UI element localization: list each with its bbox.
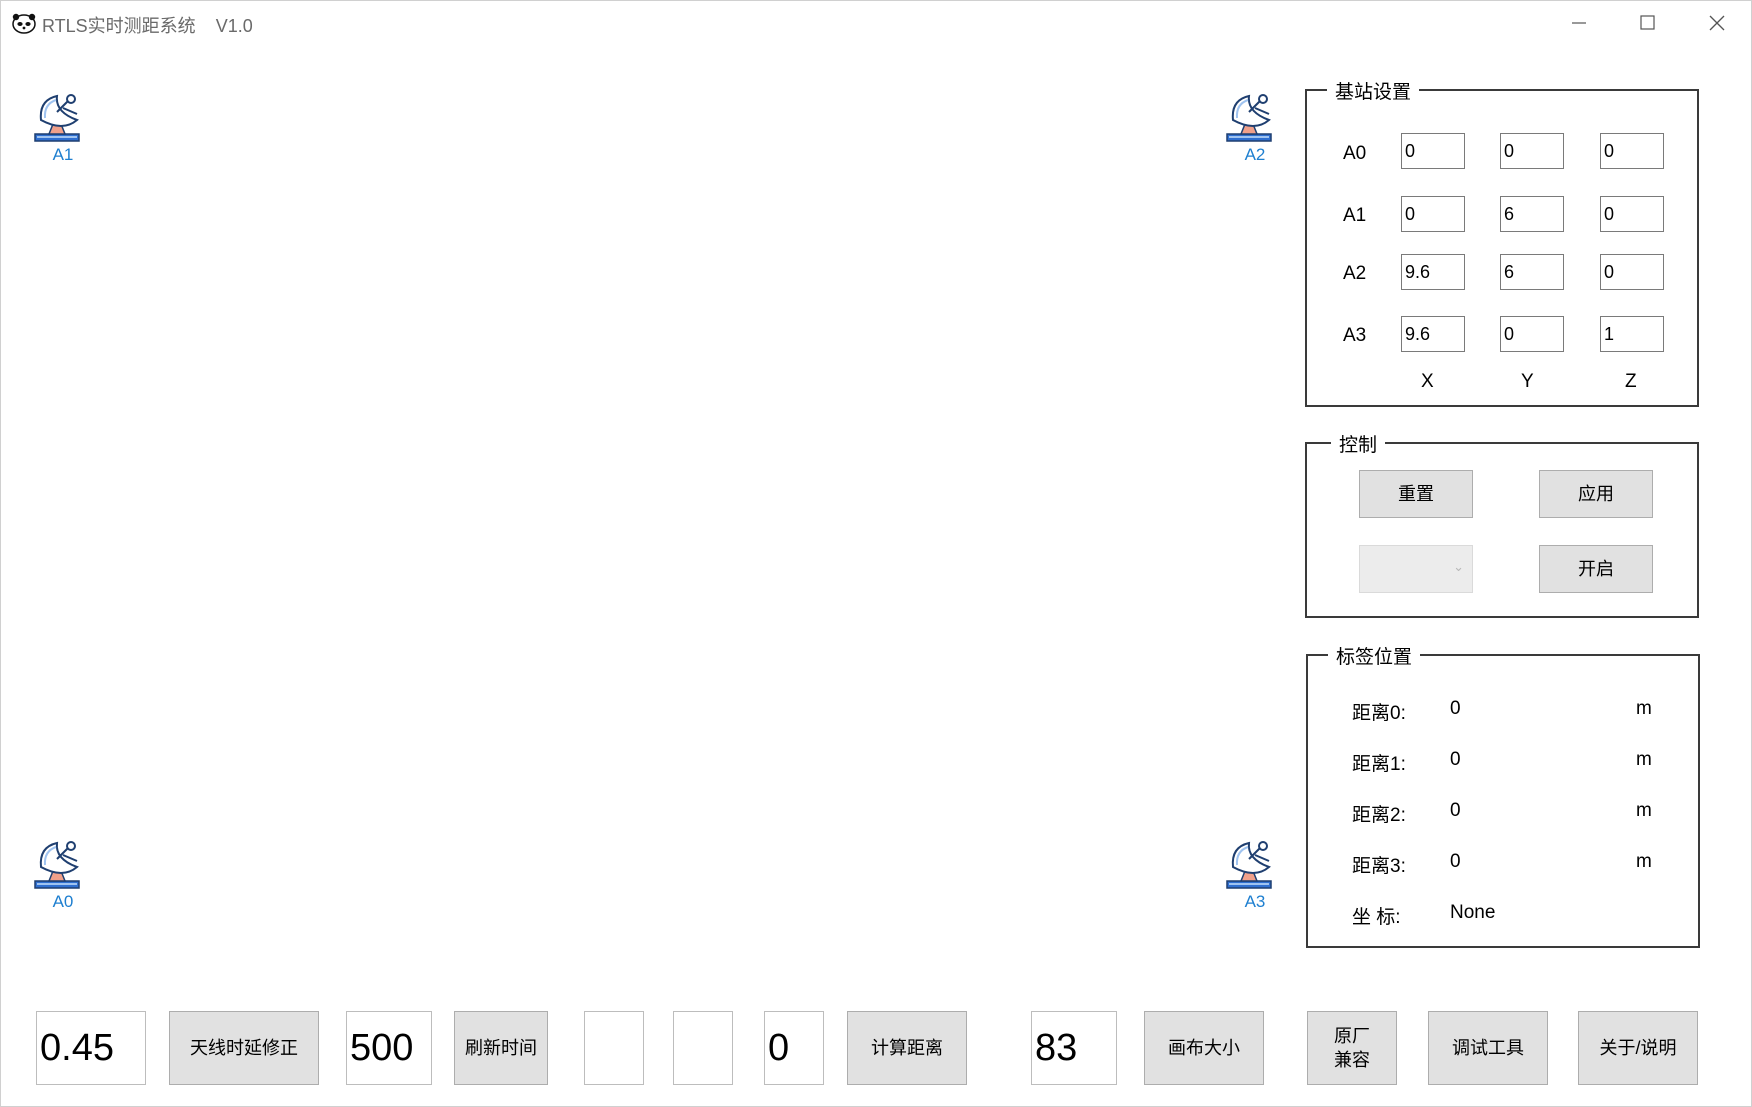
satellite-dish-icon <box>34 94 80 142</box>
maximize-button[interactable] <box>1612 1 1680 45</box>
a2-x-field[interactable] <box>1401 254 1465 290</box>
control-group: 控制 重置 应用 ⌄ 开启 <box>1305 430 1699 618</box>
a3-x-field[interactable] <box>1401 316 1465 352</box>
axis-label-y: Y <box>1521 371 1534 392</box>
a0-x-field[interactable] <box>1401 133 1465 169</box>
refresh-time-button[interactable]: 刷新时间 <box>454 1011 548 1085</box>
tag-position-group: 标签位置 距离0: 0 m 距离1: 0 m 距离2: 0 m 距离3: 0 m… <box>1306 642 1700 948</box>
chevron-down-icon: ⌄ <box>1453 559 1464 574</box>
compat-button[interactable]: 原厂 兼容 <box>1307 1011 1397 1085</box>
anchor-a3: A3 <box>1225 837 1285 917</box>
distance-unit-2: m <box>1636 800 1652 821</box>
minimize-icon <box>1572 22 1586 24</box>
anchor-label: A3 <box>1244 892 1266 911</box>
axis-label-z: Z <box>1625 371 1637 392</box>
row-label-a1: A1 <box>1343 205 1367 226</box>
compat-line2: 兼容 <box>1334 1050 1370 1070</box>
a3-z-field[interactable] <box>1600 316 1664 352</box>
canvas-area <box>1 45 1291 965</box>
refresh-time-field[interactable] <box>346 1011 432 1085</box>
satellite-dish-icon <box>34 841 80 889</box>
calc-distance-field[interactable] <box>764 1011 824 1085</box>
anchor-label: A1 <box>52 145 74 164</box>
close-icon <box>1709 15 1725 31</box>
canvas-size-field[interactable] <box>1031 1011 1117 1085</box>
close-button[interactable] <box>1683 1 1751 45</box>
maximize-icon <box>1640 15 1655 30</box>
minimize-button[interactable] <box>1544 1 1612 45</box>
distance-value-3: 0 <box>1450 851 1461 872</box>
antenna-delay-field[interactable] <box>36 1011 146 1085</box>
window-title: RTLS实时测距系统 V1.0 <box>42 16 253 36</box>
title-bar: RTLS实时测距系统 V1.0 <box>1 1 1751 45</box>
main-window: RTLS实时测距系统 V1.0 A1 A2 A0 A3 基站设置 A0 0 0 … <box>0 0 1752 1107</box>
group-title: 标签位置 <box>1328 642 1421 669</box>
distance-label-2: 距离2: <box>1352 805 1406 826</box>
distance-label-3: 距离3: <box>1352 856 1406 877</box>
a1-x-field[interactable] <box>1401 196 1465 232</box>
base-station-settings-group: 基站设置 A0 A1 A2 A3 X Y Z <box>1305 77 1699 407</box>
panda-icon <box>12 12 36 34</box>
about-button[interactable]: 关于/说明 <box>1578 1011 1698 1085</box>
distance-label-0: 距离0: <box>1352 703 1406 724</box>
distance-label-1: 距离1: <box>1352 754 1406 775</box>
distance-unit-1: m <box>1636 749 1652 770</box>
anchor-a1: A1 <box>33 90 93 170</box>
distance-unit-3: m <box>1636 851 1652 872</box>
calc-distance-button[interactable]: 计算距离 <box>847 1011 967 1085</box>
row-label-a3: A3 <box>1343 325 1367 346</box>
a3-y-field[interactable] <box>1500 316 1564 352</box>
apply-button[interactable]: 应用 <box>1539 470 1653 518</box>
anchor-label: A2 <box>1244 145 1266 164</box>
compat-line1: 原厂 <box>1334 1026 1370 1046</box>
port-select[interactable]: ⌄ <box>1359 545 1473 593</box>
distance-unit-0: m <box>1636 698 1652 719</box>
blank-field-1[interactable] <box>584 1011 644 1085</box>
satellite-dish-icon <box>1226 841 1272 889</box>
canvas-size-button[interactable]: 画布大小 <box>1144 1011 1264 1085</box>
satellite-dish-icon <box>1226 94 1272 142</box>
group-title: 控制 <box>1331 430 1386 457</box>
distance-value-0: 0 <box>1450 698 1461 719</box>
reset-button[interactable]: 重置 <box>1359 470 1473 518</box>
row-label-a2: A2 <box>1343 263 1367 284</box>
a1-y-field[interactable] <box>1500 196 1564 232</box>
blank-field-2[interactable] <box>673 1011 733 1085</box>
anchor-label: A0 <box>52 892 74 911</box>
a0-z-field[interactable] <box>1600 133 1664 169</box>
open-button[interactable]: 开启 <box>1539 545 1653 593</box>
distance-value-1: 0 <box>1450 749 1461 770</box>
anchor-a2: A2 <box>1225 90 1285 170</box>
distance-value-2: 0 <box>1450 800 1461 821</box>
row-label-a0: A0 <box>1343 143 1367 164</box>
a0-y-field[interactable] <box>1500 133 1564 169</box>
anchor-a0: A0 <box>33 837 93 917</box>
coordinate-value: None <box>1450 902 1496 923</box>
coordinate-label: 坐 标: <box>1352 907 1401 928</box>
group-title: 基站设置 <box>1327 77 1420 104</box>
a2-z-field[interactable] <box>1600 254 1664 290</box>
a1-z-field[interactable] <box>1600 196 1664 232</box>
axis-label-x: X <box>1421 371 1434 392</box>
debug-tool-button[interactable]: 调试工具 <box>1428 1011 1548 1085</box>
antenna-delay-button[interactable]: 天线时延修正 <box>169 1011 319 1085</box>
a2-y-field[interactable] <box>1500 254 1564 290</box>
